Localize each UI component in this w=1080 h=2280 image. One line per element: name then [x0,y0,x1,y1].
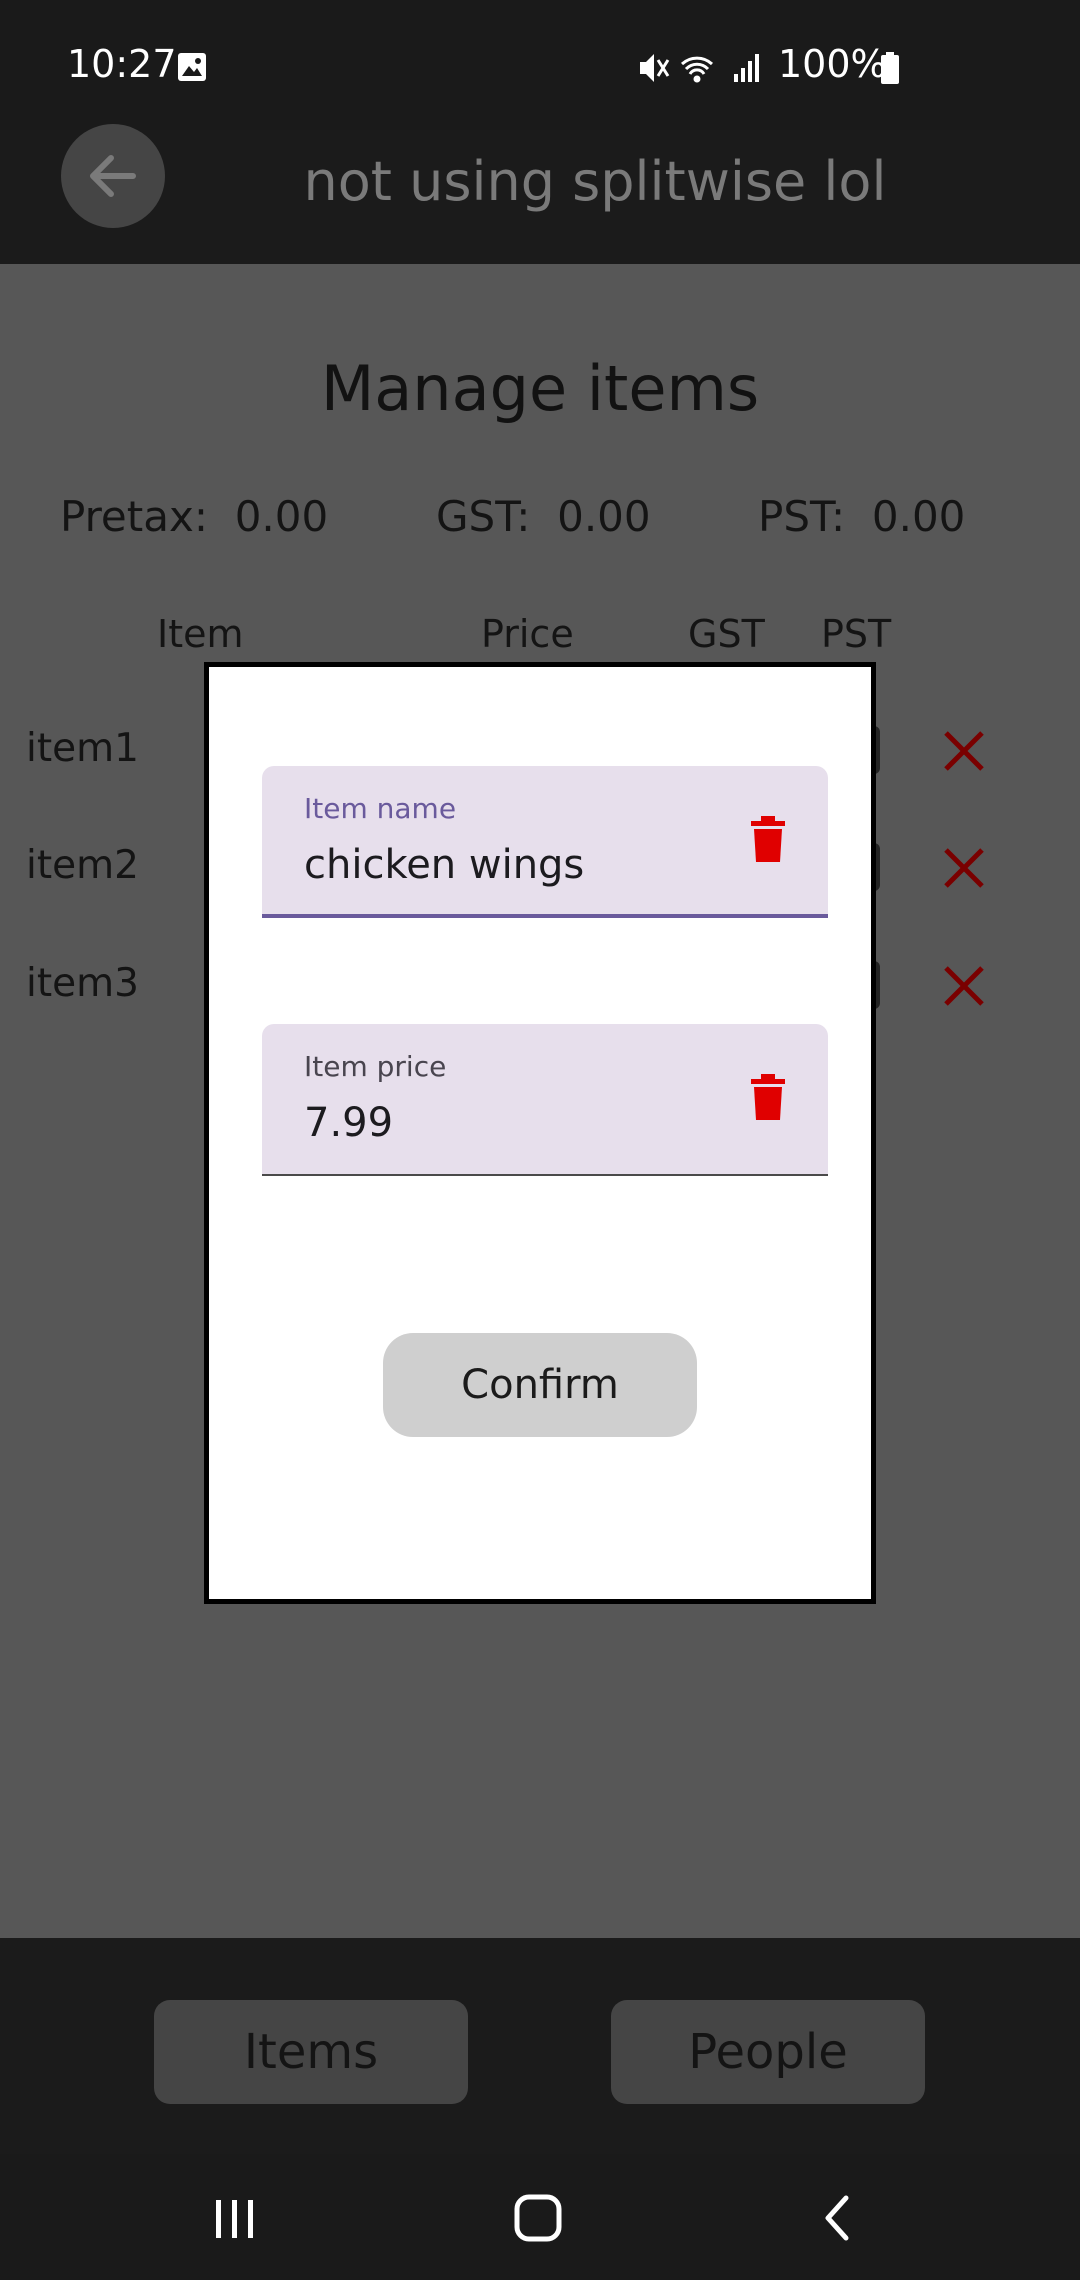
column-header-item: Item [157,612,244,656]
item-row-name[interactable]: item2 [26,843,139,888]
clear-name-trash-icon[interactable] [750,816,786,862]
delete-item-x-icon[interactable] [942,964,986,1008]
edit-item-dialog: Item name chicken wings Item price 7.99 … [204,662,876,1604]
battery-icon [881,52,899,84]
status-time: 10:27 [67,42,177,86]
status-icons [640,54,759,83]
item-price-value[interactable]: 7.99 [304,1100,393,1146]
gst-label: GST: [436,492,531,541]
item-row-name[interactable]: item1 [26,726,139,771]
clear-price-trash-icon[interactable] [750,1074,786,1120]
pretax-total: Pretax: 0.00 [60,492,328,541]
column-header-gst: GST [688,612,765,656]
system-nav-bar [0,2154,1080,2280]
pst-value: 0.00 [871,492,966,541]
pretax-value: 0.00 [234,492,329,541]
item-name-value[interactable]: chicken wings [304,842,584,888]
recent-apps-icon[interactable] [204,2190,264,2246]
image-icon [178,53,206,81]
confirm-button[interactable]: Confirm [383,1333,697,1437]
delete-item-x-icon[interactable] [942,846,986,890]
items-tab-button[interactable]: Items [154,2000,468,2104]
column-header-price: Price [481,612,574,656]
status-bar: 10:27 100% [0,0,1080,130]
pst-label: PST: [758,492,846,541]
item-row-name[interactable]: item3 [26,961,139,1006]
column-header-pst: PST [821,612,892,656]
mute-icon [640,54,670,82]
pretax-label: Pretax: [60,492,208,541]
gst-total: GST: 0.00 [436,492,651,541]
item-price-label: Item price [304,1050,447,1083]
wifi-icon [680,56,714,83]
back-nav-icon[interactable] [808,2190,868,2246]
item-name-label: Item name [304,792,457,825]
page-title: Manage items [320,352,760,425]
delete-item-x-icon[interactable] [942,729,986,773]
item-price-field[interactable]: Item price 7.99 [262,1024,828,1176]
home-icon[interactable] [508,2190,568,2246]
item-name-field[interactable]: Item name chicken wings [262,766,828,918]
app-title: not using splitwise lol [303,150,887,213]
people-tab-button[interactable]: People [611,2000,925,2104]
battery-percent: 100% [778,42,887,86]
bottom-tab-bar: Items People [0,1938,1080,2154]
signal-icon [734,54,759,82]
gst-value: 0.00 [557,492,651,541]
pst-total: PST: 0.00 [758,492,965,541]
